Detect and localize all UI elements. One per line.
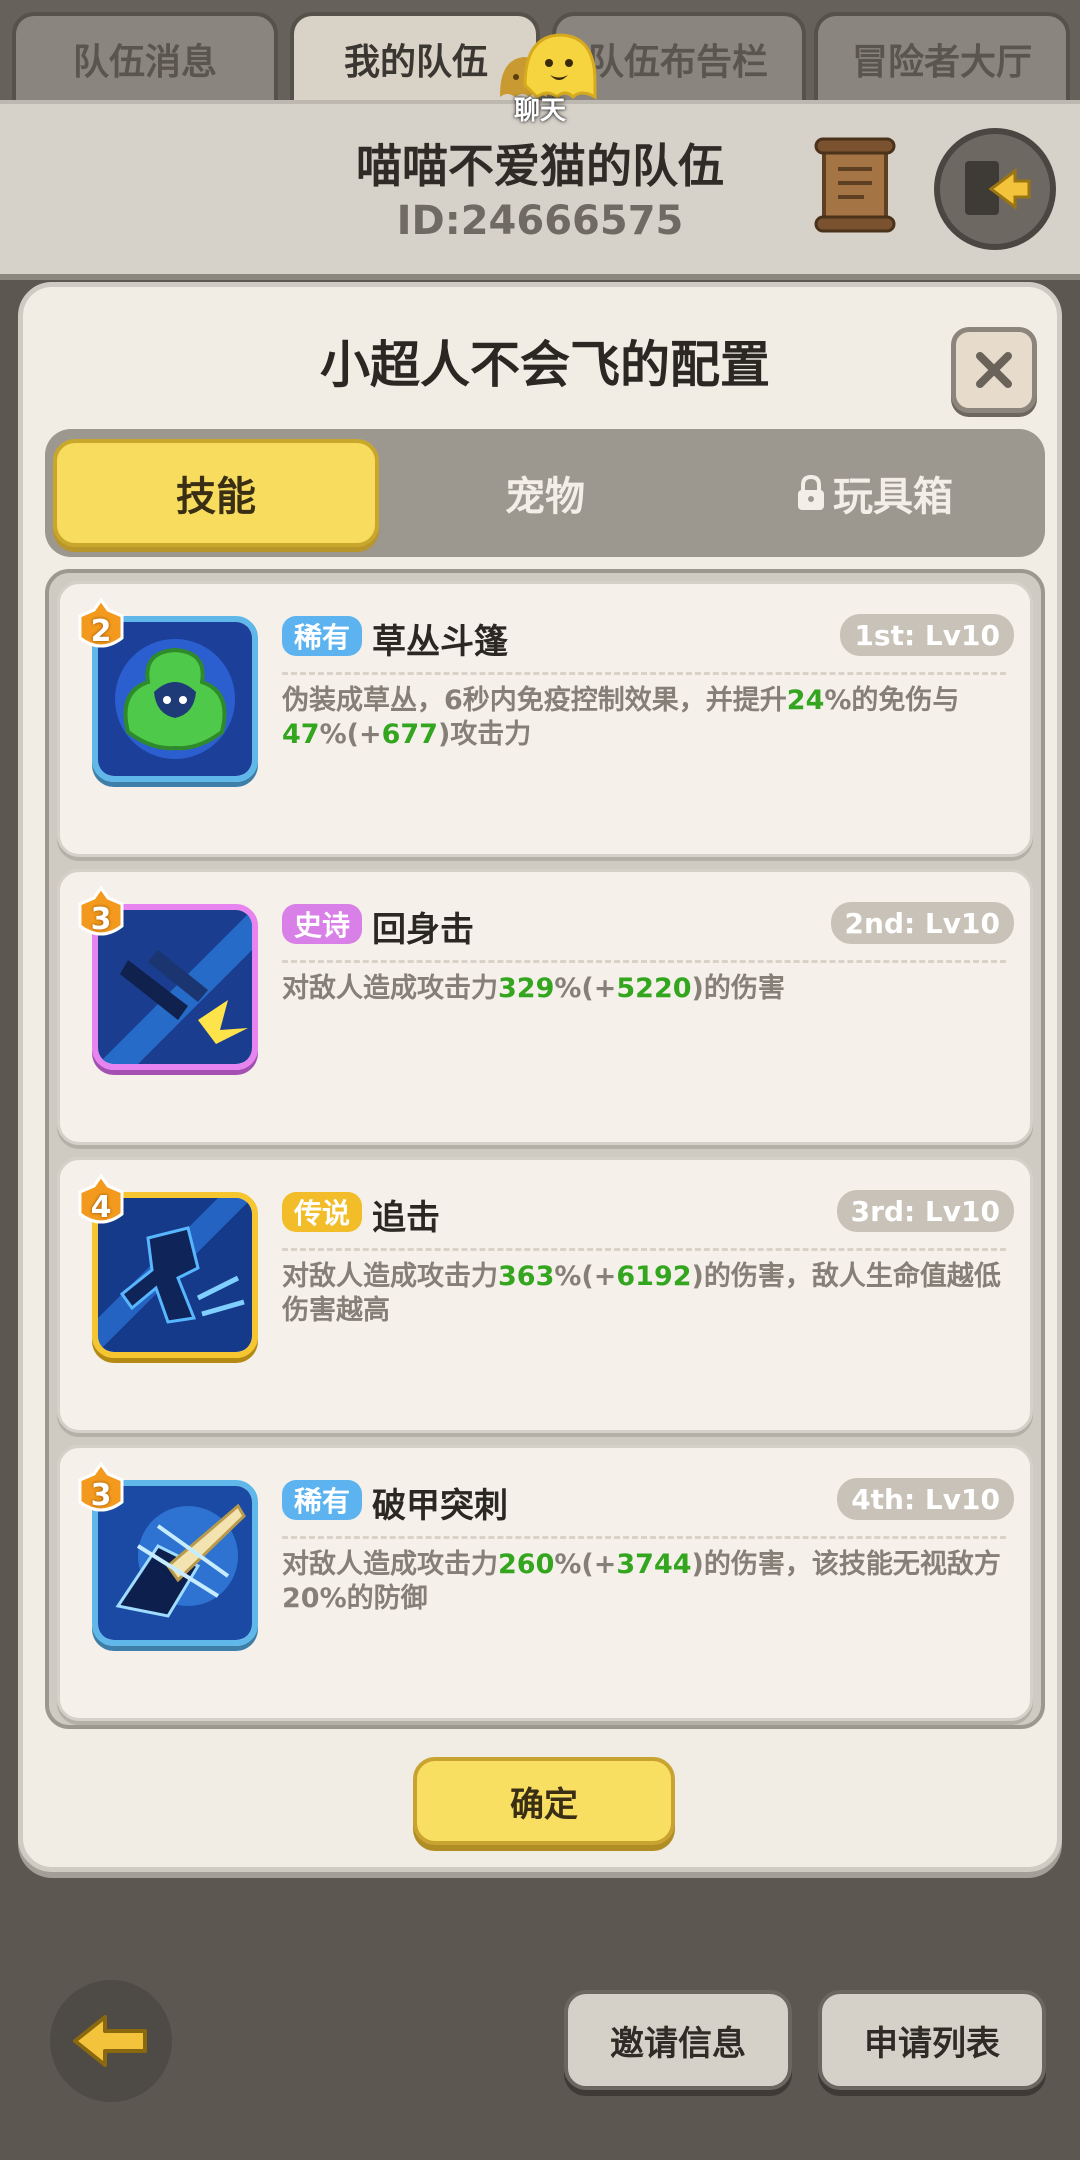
skill-name: 追击 [372, 1198, 440, 1238]
skill-level-badge: 3 [78, 885, 124, 940]
exit-door-icon [965, 161, 1031, 215]
invite-info-button[interactable]: 邀请信息 [564, 1990, 792, 2090]
skill-slot-level: 3rd: Lv10 [836, 1190, 1014, 1232]
skill-level-badge: 4 [78, 1173, 124, 1228]
back-button[interactable] [50, 1980, 172, 2102]
close-icon [976, 352, 1012, 388]
skill-slot-level: 4th: Lv10 [837, 1478, 1014, 1520]
segment-pets[interactable]: 宠物 [382, 439, 708, 547]
skill-description: 对敌人造成攻击力260%(+3744)的伤害，该技能无视敌方20%的防御 [282, 1549, 1001, 1614]
segment-toybox[interactable]: 玩具箱 [711, 439, 1037, 547]
skill-description: 伪装成草丛，6秒内免疫控制效果，并提升24%的免伤与47%(+677)攻击力 [282, 685, 960, 750]
skill-card[interactable]: 3 稀有 破甲突刺 4th: Lv10 对敌人造成攻击力260%(+3744)的… [57, 1445, 1033, 1721]
rarity-badge: 传说 [282, 1192, 363, 1232]
skill-slot-level: 2nd: Lv10 [830, 902, 1014, 944]
skill-card[interactable]: 4 传说 追击 3rd: Lv10 对敌人造成攻击力363%(+6192)的伤害… [57, 1157, 1033, 1433]
loadout-segment-bar: 技能 宠物 玩具箱 [45, 429, 1045, 557]
skill-card[interactable]: 3 史诗 回身击 2nd: Lv10 对敌人造成攻击力329%(+5220)的伤… [57, 869, 1033, 1145]
skill-name: 破甲突刺 [372, 1486, 508, 1526]
skill-level-badge: 2 [78, 597, 124, 652]
rarity-badge: 稀有 [282, 616, 363, 656]
segment-toybox-label: 玩具箱 [833, 474, 953, 520]
lock-icon [798, 474, 824, 510]
tab-adventurer-hall[interactable]: 冒险者大厅 [814, 12, 1070, 102]
tab-team-messages[interactable]: 队伍消息 [12, 12, 278, 102]
divider [282, 1248, 1006, 1251]
loadout-modal: 小超人不会飞的配置 技能 宠物 玩具箱 2 稀有 草丛斗篷 1st: Lv10 … [18, 282, 1062, 1872]
exit-team-button[interactable] [934, 128, 1056, 250]
segment-skills[interactable]: 技能 [53, 439, 379, 547]
modal-title: 小超人不会飞的配置 [320, 336, 770, 394]
skill-slot-level: 1st: Lv10 [840, 614, 1014, 656]
chat-label[interactable]: 聊天 [500, 90, 580, 127]
team-name: 喵喵不爱猫的队伍 [356, 139, 724, 193]
confirm-button[interactable]: 确定 [413, 1757, 675, 1845]
scroll-icon[interactable] [812, 135, 898, 235]
divider [282, 960, 1006, 963]
back-arrow-icon [73, 2015, 147, 2067]
skill-name: 草丛斗篷 [372, 622, 508, 662]
skill-level-badge: 3 [78, 1461, 124, 1516]
apply-list-button[interactable]: 申请列表 [818, 1990, 1046, 2090]
rarity-badge: 史诗 [282, 904, 363, 944]
team-id: ID:24666575 [396, 198, 684, 244]
skill-description: 对敌人造成攻击力363%(+6192)的伤害，敌人生命值越低伤害越高 [282, 1261, 1001, 1326]
divider [282, 672, 1006, 675]
skill-card[interactable]: 2 稀有 草丛斗篷 1st: Lv10 伪装成草丛，6秒内免疫控制效果，并提升2… [57, 581, 1033, 857]
skill-description: 对敌人造成攻击力329%(+5220)的伤害 [282, 973, 785, 1004]
skill-name: 回身击 [372, 910, 474, 950]
divider [282, 1536, 1006, 1539]
skill-list: 2 稀有 草丛斗篷 1st: Lv10 伪装成草丛，6秒内免疫控制效果，并提升2… [45, 569, 1045, 1729]
close-button[interactable] [951, 327, 1037, 413]
rarity-badge: 稀有 [282, 1480, 363, 1520]
